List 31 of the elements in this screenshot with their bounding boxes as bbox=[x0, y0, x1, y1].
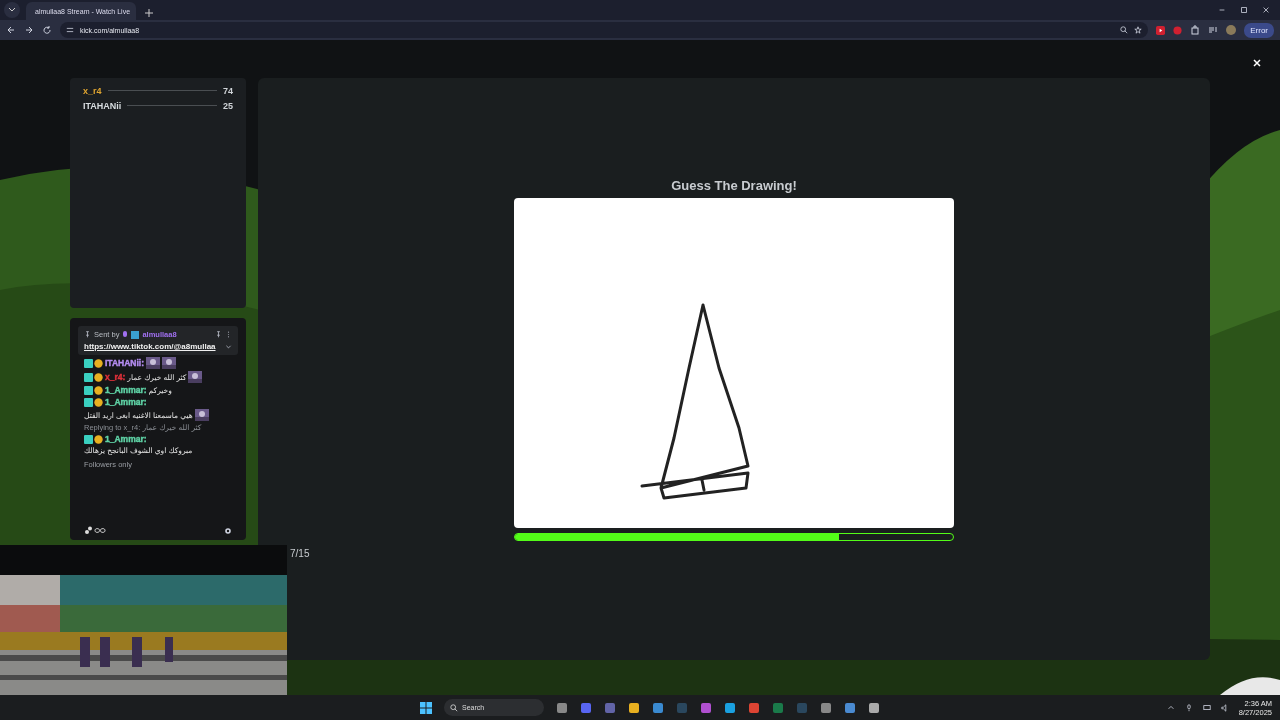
profile-button[interactable]: Error bbox=[1244, 22, 1274, 38]
play-icon[interactable] bbox=[1156, 25, 1166, 35]
close-icon[interactable] bbox=[1262, 6, 1270, 14]
app-icon[interactable] bbox=[700, 701, 712, 714]
app-icon[interactable] bbox=[580, 701, 592, 714]
app-icon[interactable] bbox=[748, 701, 760, 714]
chevron-icon[interactable] bbox=[1166, 703, 1175, 712]
new-tab-button[interactable] bbox=[142, 6, 156, 20]
app-icon[interactable] bbox=[556, 701, 568, 714]
minimize-icon[interactable] bbox=[1218, 6, 1226, 14]
app-icon[interactable] bbox=[724, 701, 736, 714]
app-icon[interactable] bbox=[820, 701, 832, 714]
microphone-icon[interactable] bbox=[1184, 703, 1193, 712]
forward-icon[interactable] bbox=[24, 25, 34, 35]
back-icon[interactable] bbox=[6, 25, 16, 35]
app-icon[interactable] bbox=[844, 701, 856, 714]
avatar-icon[interactable] bbox=[1226, 25, 1237, 35]
restore-icon[interactable] bbox=[1240, 6, 1248, 14]
app-icon[interactable] bbox=[628, 701, 640, 714]
windows-icon[interactable] bbox=[420, 701, 432, 714]
app-icon[interactable] bbox=[652, 701, 664, 714]
chevron-icon bbox=[9, 8, 15, 12]
tab-list-button[interactable] bbox=[4, 2, 20, 18]
extension-icon[interactable] bbox=[1173, 25, 1183, 35]
speaker-icon[interactable] bbox=[1220, 703, 1229, 712]
reload-icon[interactable] bbox=[42, 25, 52, 35]
search-icon bbox=[450, 703, 458, 712]
app-icon[interactable] bbox=[868, 701, 880, 714]
zoom-icon[interactable] bbox=[1120, 26, 1129, 34]
site-settings-icon[interactable] bbox=[66, 26, 74, 34]
star-icon[interactable] bbox=[1134, 26, 1143, 34]
